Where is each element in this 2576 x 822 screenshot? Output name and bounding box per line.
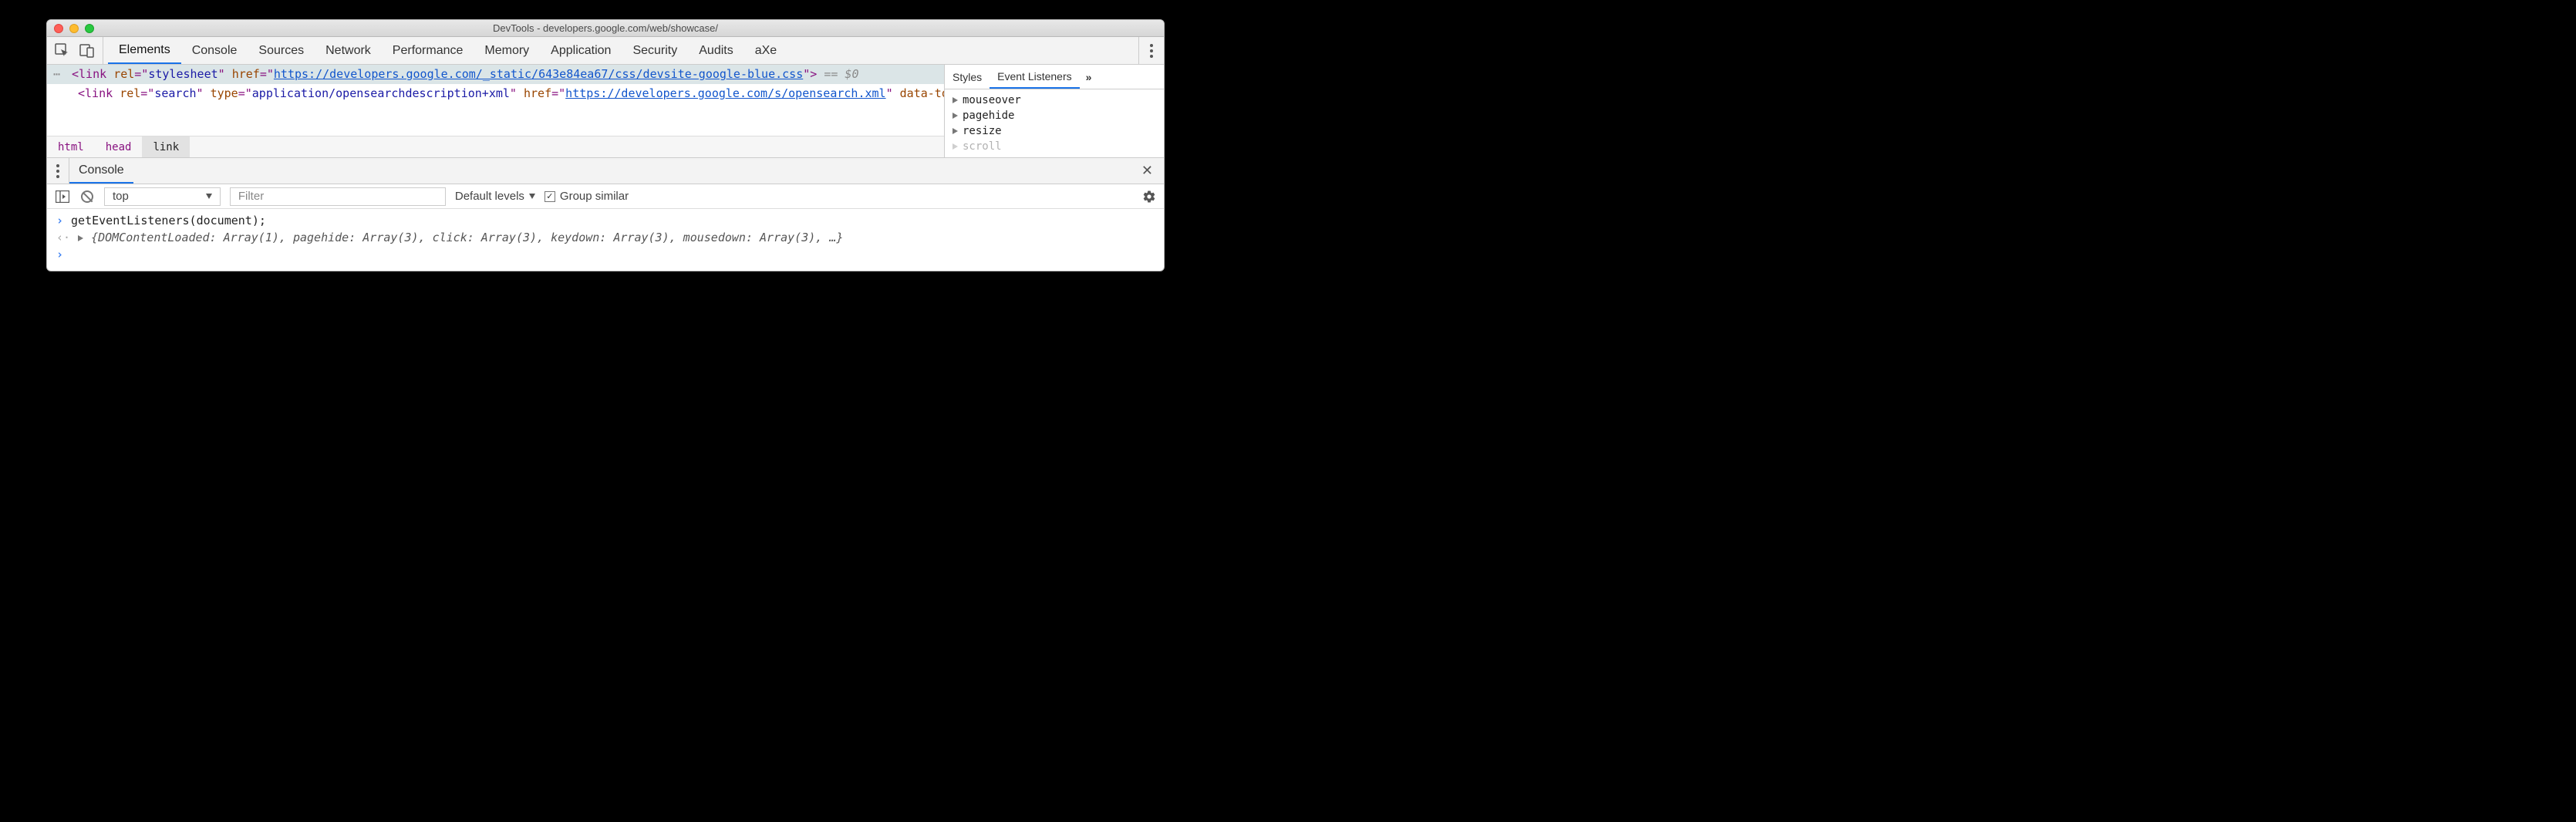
console-body: › getEventListeners(document); ‹· {DOMCo… [47, 209, 1164, 271]
event-listener-item[interactable]: mouseover [945, 93, 1164, 108]
tab-performance[interactable]: Performance [382, 37, 474, 64]
console-input-row[interactable]: › getEventListeners(document); [47, 212, 1164, 229]
output-arrow-icon: ‹· [56, 231, 70, 244]
context-selector[interactable]: top [104, 187, 221, 206]
sidebar-tabs: Styles Event Listeners » [945, 65, 1164, 89]
dom-tree[interactable]: ⋯<link rel="stylesheet" href="https://de… [47, 65, 944, 136]
drawer-tab-console[interactable]: Console [69, 158, 133, 184]
expand-icon [953, 128, 958, 134]
event-listener-item[interactable]: resize [945, 123, 1164, 139]
sidebar-tabs-overflow-icon[interactable]: » [1080, 65, 1098, 89]
breadcrumb-head[interactable]: head [95, 136, 143, 157]
expand-icon [953, 113, 958, 119]
dom-node[interactable]: <link rel="search" type="application/ope… [47, 84, 944, 103]
clear-console-icon[interactable] [79, 189, 95, 204]
panel-tabs: Elements Console Sources Network Perform… [103, 37, 1138, 64]
close-window-button[interactable] [54, 24, 63, 33]
group-similar-toggle[interactable]: ✓ Group similar [545, 190, 629, 203]
window-controls [54, 24, 94, 33]
event-listener-item[interactable]: scroll [945, 139, 1164, 154]
expand-icon [953, 143, 958, 150]
console-sidebar-toggle-icon[interactable] [55, 189, 70, 204]
main-tabbar: Elements Console Sources Network Perform… [47, 37, 1164, 65]
toolbar-right [1138, 37, 1164, 64]
breadcrumb: html head link [47, 136, 944, 157]
drawer-close-icon[interactable]: ✕ [1131, 163, 1164, 179]
tab-axe[interactable]: aXe [744, 37, 787, 64]
tab-application[interactable]: Application [540, 37, 622, 64]
window-title: DevTools - developers.google.com/web/sho… [53, 22, 1158, 34]
drawer-tabbar: Console ✕ [47, 158, 1164, 184]
console-toolbar: top Filter Default levels ✓ Group simila… [47, 184, 1164, 209]
minimize-window-button[interactable] [69, 24, 79, 33]
log-levels-selector[interactable]: Default levels [455, 190, 535, 203]
device-toolbar-icon[interactable] [79, 43, 95, 59]
console-settings-icon[interactable] [1142, 190, 1156, 204]
console-output-text: {DOMContentLoaded: Array(1), pagehide: A… [91, 231, 843, 244]
toolbar-left [47, 37, 103, 64]
devtools-window: DevTools - developers.google.com/web/sho… [46, 19, 1165, 271]
console-output-row[interactable]: ‹· {DOMContentLoaded: Array(1), pagehide… [47, 229, 1164, 246]
breadcrumb-link[interactable]: link [142, 136, 190, 157]
styles-sidebar: Styles Event Listeners » mouseover pageh… [944, 65, 1164, 157]
inspect-element-icon[interactable] [55, 43, 70, 59]
prompt-icon: › [56, 214, 63, 227]
tab-memory[interactable]: Memory [474, 37, 540, 64]
tab-audits[interactable]: Audits [688, 37, 743, 64]
chevron-down-icon [529, 194, 535, 199]
expand-icon[interactable] [78, 231, 83, 244]
checkbox-checked-icon: ✓ [545, 191, 555, 202]
expand-icon [953, 97, 958, 103]
event-listeners-list: mouseover pagehide resize scroll [945, 89, 1164, 157]
more-menu-icon[interactable] [1150, 44, 1153, 58]
sidebar-tab-event-listeners[interactable]: Event Listeners [990, 65, 1080, 89]
tab-network[interactable]: Network [315, 37, 382, 64]
chevron-down-icon [206, 194, 212, 199]
overflow-dots-icon: ⋯ [53, 66, 72, 83]
dom-node-selected[interactable]: ⋯<link rel="stylesheet" href="https://de… [47, 65, 944, 84]
maximize-window-button[interactable] [85, 24, 94, 33]
tab-elements[interactable]: Elements [108, 37, 181, 64]
filter-input[interactable]: Filter [230, 187, 446, 206]
tab-security[interactable]: Security [622, 37, 688, 64]
prompt-icon: › [56, 248, 63, 261]
console-prompt-row[interactable]: › [47, 246, 1164, 263]
drawer-menu[interactable] [47, 158, 69, 184]
titlebar: DevTools - developers.google.com/web/sho… [47, 20, 1164, 37]
sidebar-tab-styles[interactable]: Styles [945, 65, 990, 89]
tab-console[interactable]: Console [181, 37, 248, 64]
event-listener-item[interactable]: pagehide [945, 108, 1164, 123]
more-menu-icon [56, 164, 59, 178]
breadcrumb-html[interactable]: html [47, 136, 95, 157]
tab-sources[interactable]: Sources [248, 37, 315, 64]
console-input-text: getEventListeners(document); [71, 214, 266, 227]
elements-panel: ⋯<link rel="stylesheet" href="https://de… [47, 65, 1164, 158]
